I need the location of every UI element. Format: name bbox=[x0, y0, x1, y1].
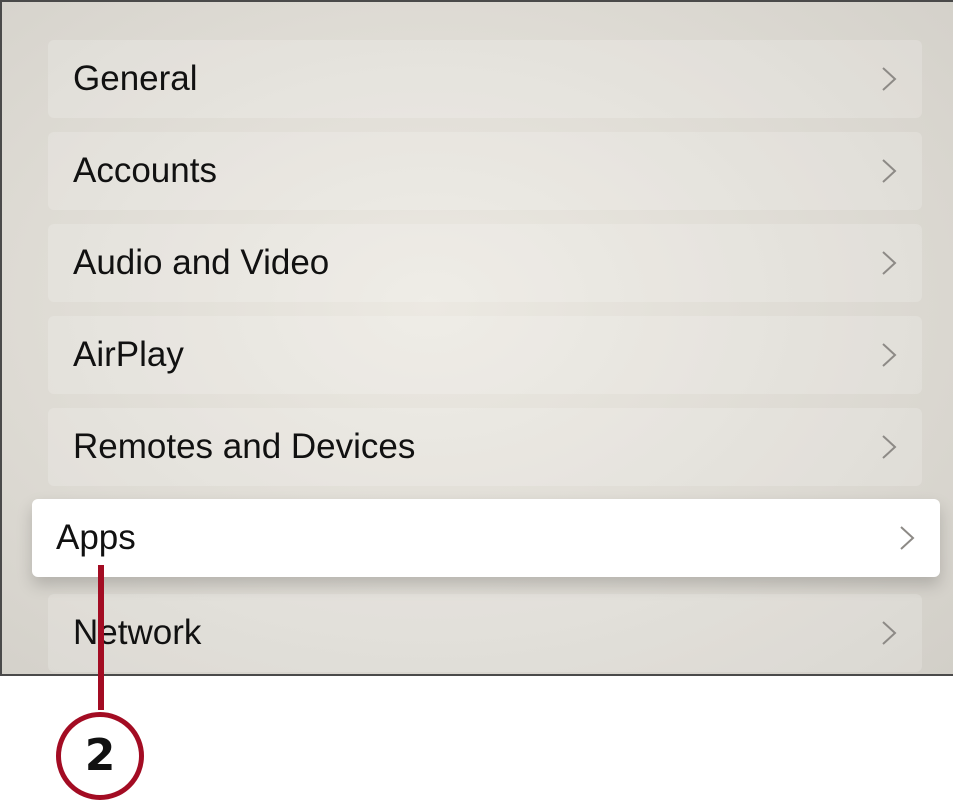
chevron-right-icon bbox=[882, 621, 897, 645]
menu-item-accounts[interactable]: Accounts bbox=[48, 132, 922, 210]
menu-item-label: Remotes and Devices bbox=[73, 427, 416, 466]
menu-item-audio-and-video[interactable]: Audio and Video bbox=[48, 224, 922, 302]
menu-item-label: Network bbox=[73, 613, 202, 652]
menu-item-label: Apps bbox=[56, 518, 136, 557]
chevron-right-icon bbox=[882, 435, 897, 459]
menu-item-apps[interactable]: Apps bbox=[32, 499, 940, 577]
menu-item-airplay[interactable]: AirPlay bbox=[48, 316, 922, 394]
menu-item-label: Accounts bbox=[73, 151, 217, 190]
chevron-right-icon bbox=[882, 67, 897, 91]
chevron-right-icon bbox=[882, 159, 897, 183]
chevron-right-icon bbox=[882, 343, 897, 367]
settings-screen: General Accounts Audio and Video AirPlay bbox=[0, 0, 953, 676]
callout-number: 2 bbox=[84, 730, 116, 781]
callout-marker: 2 bbox=[56, 712, 144, 800]
menu-item-general[interactable]: General bbox=[48, 40, 922, 118]
page: General Accounts Audio and Video AirPlay bbox=[0, 0, 955, 810]
callout-line bbox=[98, 565, 104, 710]
menu-item-label: General bbox=[73, 59, 198, 98]
menu-item-network[interactable]: Network bbox=[48, 594, 922, 672]
menu-item-label: Audio and Video bbox=[73, 243, 330, 282]
menu-item-label: AirPlay bbox=[73, 335, 184, 374]
chevron-right-icon bbox=[900, 526, 915, 550]
menu-item-remotes-and-devices[interactable]: Remotes and Devices bbox=[48, 408, 922, 486]
chevron-right-icon bbox=[882, 251, 897, 275]
